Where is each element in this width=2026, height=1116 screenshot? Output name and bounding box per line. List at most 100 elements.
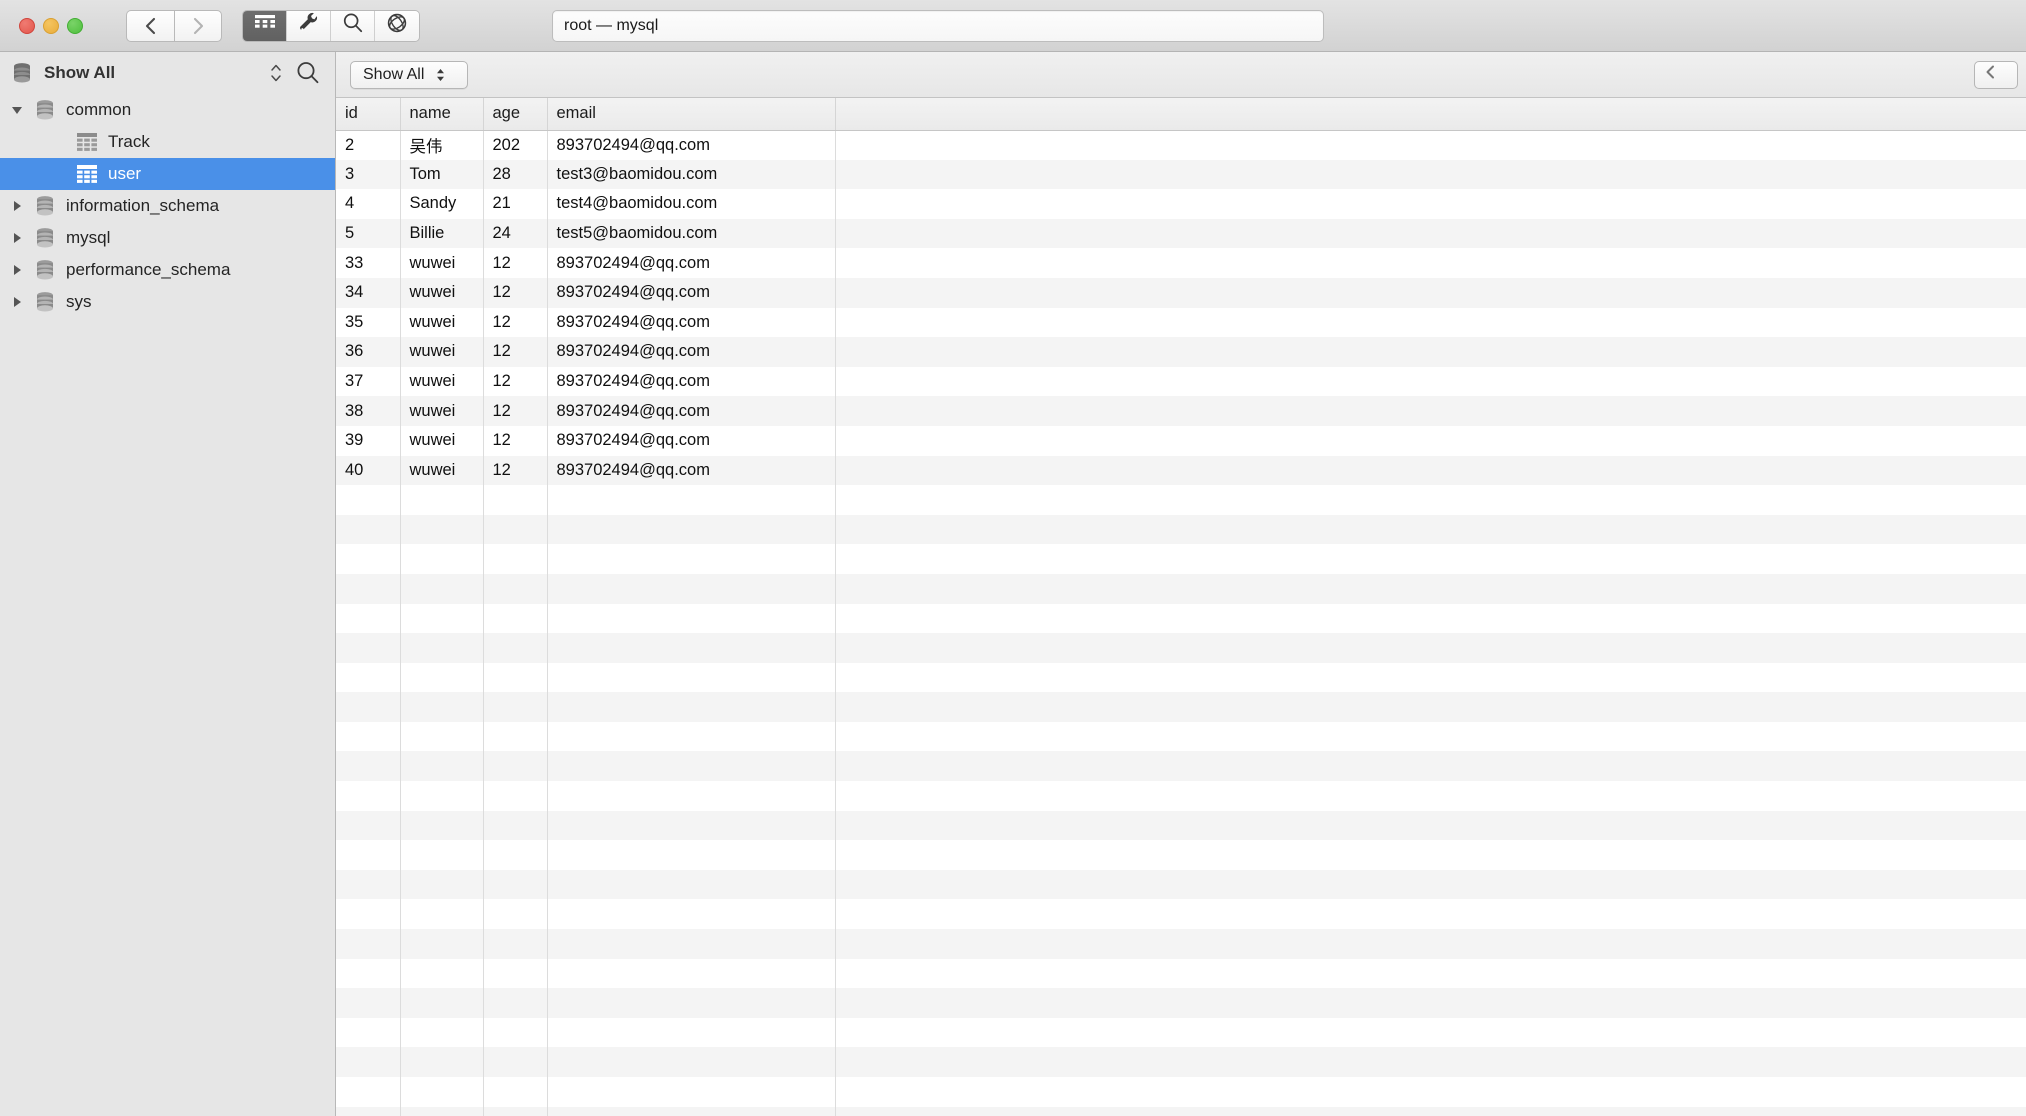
- tab-search[interactable]: [331, 10, 375, 41]
- cell-name[interactable]: wuwei: [400, 455, 484, 486]
- cell-age[interactable]: 12: [483, 307, 548, 338]
- table-row[interactable]: 3 Tom 28 test3@baomidou.com: [336, 159, 2026, 190]
- tab-structure-grid[interactable]: [243, 10, 287, 41]
- sidebar-item-track[interactable]: Track: [0, 126, 335, 158]
- sidebar-item-common[interactable]: common: [0, 94, 335, 126]
- triangle-right-icon[interactable]: [4, 295, 30, 309]
- cell-id[interactable]: 34: [336, 277, 401, 308]
- cell-age[interactable]: 202: [483, 130, 548, 160]
- cell-email[interactable]: 893702494@qq.com: [547, 277, 836, 308]
- cell-empty: [547, 1017, 836, 1048]
- sidebar-item-performance_schema[interactable]: performance_schema: [0, 254, 335, 286]
- cell-empty: [547, 662, 836, 693]
- column-header-id[interactable]: id: [336, 98, 401, 131]
- cell-id[interactable]: 5: [336, 218, 401, 249]
- table-empty-row: [336, 751, 2026, 782]
- cell-email[interactable]: test5@baomidou.com: [547, 218, 836, 249]
- cell-age[interactable]: 12: [483, 396, 548, 426]
- sidebar-search-icon[interactable]: [293, 60, 323, 86]
- sidebar-item-mysql[interactable]: mysql: [0, 222, 335, 254]
- sidebar-item-sys[interactable]: sys: [0, 286, 335, 318]
- sidebar-item-label: Track: [108, 132, 150, 151]
- cell-email[interactable]: 893702494@qq.com: [547, 307, 836, 338]
- table-row[interactable]: 2 吴伟 202 893702494@qq.com: [336, 130, 2026, 160]
- cell-id[interactable]: 36: [336, 337, 401, 367]
- cell-email[interactable]: 893702494@qq.com: [547, 425, 836, 456]
- cell-name[interactable]: Billie: [400, 218, 484, 249]
- triangle-right-icon[interactable]: [4, 263, 30, 277]
- tab-tools[interactable]: [287, 10, 331, 41]
- cell-id[interactable]: 38: [336, 396, 401, 426]
- cell-age[interactable]: 21: [483, 189, 548, 219]
- table-row[interactable]: 36 wuwei 12 893702494@qq.com: [336, 337, 2026, 367]
- close-button[interactable]: [19, 17, 35, 34]
- column-header-name[interactable]: name: [400, 98, 484, 131]
- cell-email[interactable]: 893702494@qq.com: [547, 130, 836, 160]
- table-row[interactable]: 33 wuwei 12 893702494@qq.com: [336, 248, 2026, 278]
- triangle-down-icon[interactable]: [4, 103, 30, 117]
- table-row[interactable]: 40 wuwei 12 893702494@qq.com: [336, 455, 2026, 486]
- cell-empty: [400, 692, 484, 722]
- cell-age[interactable]: 12: [483, 455, 548, 486]
- table-empty-row: [336, 869, 2026, 900]
- cell-name[interactable]: Tom: [400, 159, 484, 190]
- connection-title-field[interactable]: root — mysql: [552, 9, 1324, 42]
- cell-name[interactable]: wuwei: [400, 248, 484, 278]
- cell-id[interactable]: 39: [336, 425, 401, 456]
- collapse-panel-button[interactable]: [1974, 60, 2018, 89]
- table-row[interactable]: 37 wuwei 12 893702494@qq.com: [336, 366, 2026, 397]
- sidebar-item-user[interactable]: user: [0, 158, 335, 190]
- zoom-button[interactable]: [67, 17, 83, 34]
- cell-age[interactable]: 24: [483, 218, 548, 249]
- back-button[interactable]: [126, 9, 174, 42]
- cell-age[interactable]: 12: [483, 366, 548, 397]
- cell-name[interactable]: wuwei: [400, 307, 484, 338]
- triangle-right-icon[interactable]: [4, 231, 30, 245]
- cell-name[interactable]: wuwei: [400, 396, 484, 426]
- sidebar-item-information_schema[interactable]: information_schema: [0, 190, 335, 222]
- table-row[interactable]: 4 Sandy 21 test4@baomidou.com: [336, 189, 2026, 219]
- cell-id[interactable]: 2: [336, 130, 401, 160]
- cell-email[interactable]: test3@baomidou.com: [547, 159, 836, 190]
- cell-age[interactable]: 12: [483, 248, 548, 278]
- column-header-age[interactable]: age: [483, 98, 548, 131]
- table-row[interactable]: 39 wuwei 12 893702494@qq.com: [336, 425, 2026, 456]
- cell-id[interactable]: 4: [336, 189, 401, 219]
- cell-id[interactable]: 37: [336, 366, 401, 397]
- cell-id[interactable]: 3: [336, 159, 401, 190]
- cell-email[interactable]: test4@baomidou.com: [547, 189, 836, 219]
- results-table-container[interactable]: id name age email 2 吴伟 202 893702494@qq.com…: [336, 98, 2026, 1116]
- show-all-popup-button[interactable]: Show All: [350, 60, 468, 89]
- tab-network[interactable]: [375, 10, 419, 41]
- cell-name[interactable]: wuwei: [400, 277, 484, 308]
- table-row[interactable]: 38 wuwei 12 893702494@qq.com: [336, 396, 2026, 426]
- cell-name[interactable]: wuwei: [400, 425, 484, 456]
- cell-age[interactable]: 28: [483, 159, 548, 190]
- table-row[interactable]: 5 Billie 24 test5@baomidou.com: [336, 218, 2026, 249]
- cell-id[interactable]: 40: [336, 455, 401, 486]
- cell-age[interactable]: 12: [483, 425, 548, 456]
- cell-email[interactable]: 893702494@qq.com: [547, 366, 836, 397]
- sort-chevrons-icon[interactable]: [267, 62, 285, 84]
- cell-email[interactable]: 893702494@qq.com: [547, 248, 836, 278]
- minimize-button[interactable]: [43, 17, 59, 34]
- cell-email[interactable]: 893702494@qq.com: [547, 455, 836, 486]
- cell-id[interactable]: 35: [336, 307, 401, 338]
- cell-filler: [835, 810, 2026, 841]
- cell-age[interactable]: 12: [483, 277, 548, 308]
- table-empty-row: [336, 929, 2026, 959]
- column-header-email[interactable]: email: [547, 98, 836, 131]
- table-row[interactable]: 35 wuwei 12 893702494@qq.com: [336, 307, 2026, 338]
- table-row[interactable]: 34 wuwei 12 893702494@qq.com: [336, 277, 2026, 308]
- cell-name[interactable]: wuwei: [400, 366, 484, 397]
- forward-button[interactable]: [174, 9, 222, 42]
- cell-name[interactable]: Sandy: [400, 189, 484, 219]
- triangle-right-icon[interactable]: [4, 199, 30, 213]
- cell-filler: [835, 189, 2026, 219]
- cell-email[interactable]: 893702494@qq.com: [547, 396, 836, 426]
- cell-id[interactable]: 33: [336, 248, 401, 278]
- cell-email[interactable]: 893702494@qq.com: [547, 337, 836, 367]
- cell-age[interactable]: 12: [483, 337, 548, 367]
- cell-name[interactable]: 吴伟: [400, 130, 484, 160]
- cell-name[interactable]: wuwei: [400, 337, 484, 367]
